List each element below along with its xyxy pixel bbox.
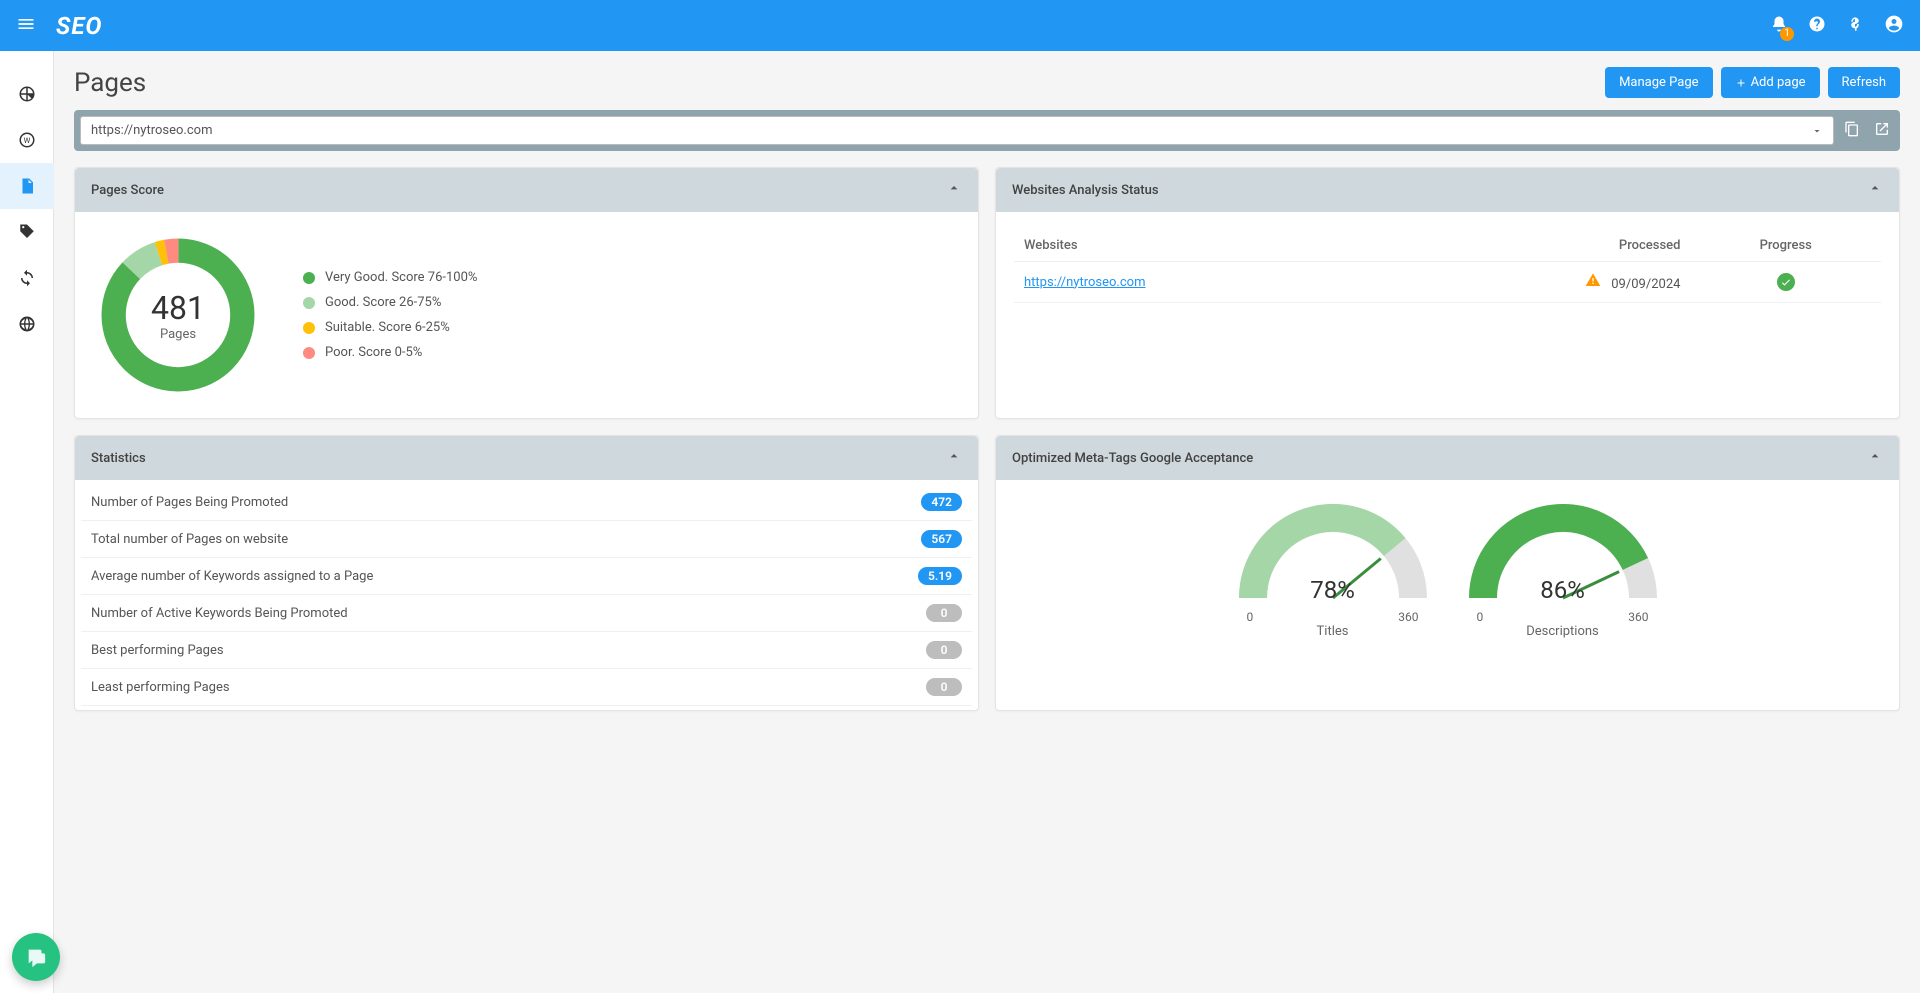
legend-label: Very Good. Score 76-100% — [325, 270, 477, 285]
pages-score-card: Pages Score 481 — [74, 167, 979, 419]
pages-score-title: Pages Score — [91, 183, 164, 198]
nav-tags[interactable] — [0, 209, 54, 255]
stat-badge: 0 — [926, 604, 962, 622]
legend-label: Suitable. Score 6-25% — [325, 320, 450, 335]
statistics-title: Statistics — [91, 451, 146, 466]
websites-status-card: Websites Analysis Status Websites Proces… — [995, 167, 1900, 419]
table-row: https://nytroseo.com 09/09/2024 — [1014, 262, 1881, 303]
statistics-card: Statistics Number of Pages Being Promote… — [74, 435, 979, 711]
nav-globe[interactable] — [0, 301, 54, 347]
legend-label: Good. Score 26-75% — [325, 295, 441, 310]
manage-page-button[interactable]: Manage Page — [1605, 67, 1713, 98]
page-title: Pages — [74, 68, 146, 98]
svg-text:W: W — [24, 136, 31, 145]
websites-status-title: Websites Analysis Status — [1012, 183, 1159, 198]
stat-label: Total number of Pages on website — [91, 532, 288, 547]
pages-score-total: 481 — [151, 289, 205, 327]
gauge-scale-max: 360 — [1628, 610, 1648, 624]
processed-date: 09/09/2024 — [1611, 277, 1680, 292]
website-select[interactable]: https://nytroseo.com — [80, 116, 1834, 145]
stat-label: Least performing Pages — [91, 680, 230, 695]
stat-badge: 472 — [921, 493, 962, 511]
stat-row[interactable]: Number of Active Keywords Being Promoted… — [81, 595, 972, 632]
nav-pages[interactable] — [0, 163, 54, 209]
stat-row[interactable]: Least performing Pages 0 — [81, 669, 972, 706]
add-page-button[interactable]: Add page — [1721, 67, 1820, 98]
collapse-icon[interactable] — [946, 180, 962, 200]
stat-label: Number of Active Keywords Being Promoted — [91, 606, 348, 621]
stat-row[interactable]: Average number of Keywords assigned to a… — [81, 558, 972, 595]
chat-widget[interactable] — [12, 933, 60, 981]
legend-item[interactable]: Suitable. Score 6-25% — [303, 320, 477, 335]
stat-row[interactable]: Number of Pages Being Promoted 472 — [81, 484, 972, 521]
stat-badge: 567 — [921, 530, 962, 548]
pages-score-total-label: Pages — [160, 327, 196, 342]
top-header: SEO 1 — [0, 0, 1920, 51]
legend-item[interactable]: Very Good. Score 76-100% — [303, 270, 477, 285]
gauge-scale-min: 0 — [1247, 610, 1254, 624]
acceptance-card: Optimized Meta-Tags Google Acceptance 78… — [995, 435, 1900, 711]
stat-label: Best performing Pages — [91, 643, 224, 658]
stat-row[interactable]: Best performing Pages 0 — [81, 632, 972, 669]
url-bar: https://nytroseo.com — [74, 110, 1900, 151]
legend-dot — [303, 272, 315, 284]
stat-badge: 0 — [926, 641, 962, 659]
plus-icon — [1735, 77, 1747, 89]
websites-status-table: Websites Processed Progress https://nytr… — [1014, 230, 1881, 303]
stat-badge: 5.19 — [918, 567, 962, 585]
collapse-icon[interactable] — [1867, 180, 1883, 200]
app-logo[interactable]: SEO — [56, 12, 102, 40]
legend-item[interactable]: Poor. Score 0-5% — [303, 345, 477, 360]
refresh-button[interactable]: Refresh — [1828, 67, 1900, 98]
help-icon[interactable] — [1808, 15, 1826, 37]
account-icon[interactable] — [1884, 14, 1904, 38]
col-processed: Processed — [1387, 230, 1691, 262]
gauge-name: Descriptions — [1463, 624, 1663, 639]
copy-icon[interactable] — [1840, 117, 1864, 145]
stat-label: Average number of Keywords assigned to a… — [91, 569, 373, 584]
legend-item[interactable]: Good. Score 26-75% — [303, 295, 477, 310]
billing-icon[interactable] — [1846, 15, 1864, 37]
legend-dot — [303, 322, 315, 334]
legend-dot — [303, 297, 315, 309]
notification-badge: 1 — [1780, 27, 1794, 41]
website-select-value: https://nytroseo.com — [91, 123, 212, 138]
legend-dot — [303, 347, 315, 359]
stat-row[interactable]: Total number of Pages on website 567 — [81, 521, 972, 558]
website-link[interactable]: https://nytroseo.com — [1024, 275, 1145, 290]
gauge-scale-min: 0 — [1477, 610, 1484, 624]
menu-icon[interactable] — [16, 14, 36, 38]
gauge-scale-max: 360 — [1398, 610, 1418, 624]
page-head: Pages Manage Page Add page Refresh — [74, 67, 1900, 98]
add-page-label: Add page — [1751, 75, 1806, 90]
legend-label: Poor. Score 0-5% — [325, 345, 422, 360]
notifications-icon[interactable]: 1 — [1770, 15, 1788, 37]
pages-score-donut: 481 Pages — [93, 230, 263, 400]
gauge: 78%0360Titles — [1233, 498, 1433, 639]
check-icon — [1777, 273, 1795, 291]
stat-label: Number of Pages Being Promoted — [91, 495, 288, 510]
nav-sync[interactable] — [0, 255, 54, 301]
stat-badge: 0 — [926, 678, 962, 696]
gauge-name: Titles — [1233, 624, 1433, 639]
pages-score-legend: Very Good. Score 76-100% Good. Score 26-7… — [303, 270, 477, 360]
collapse-icon[interactable] — [1867, 448, 1883, 468]
gauge: 86%0360Descriptions — [1463, 498, 1663, 639]
acceptance-title: Optimized Meta-Tags Google Acceptance — [1012, 451, 1253, 466]
col-progress: Progress — [1690, 230, 1881, 262]
open-external-icon[interactable] — [1870, 117, 1894, 145]
collapse-icon[interactable] — [946, 448, 962, 468]
sidebar: W — [0, 51, 54, 993]
nav-websites[interactable]: W — [0, 117, 54, 163]
chevron-down-icon — [1811, 125, 1823, 137]
col-websites: Websites — [1014, 230, 1387, 262]
warning-icon — [1585, 277, 1601, 292]
nav-dashboard[interactable] — [0, 71, 54, 117]
